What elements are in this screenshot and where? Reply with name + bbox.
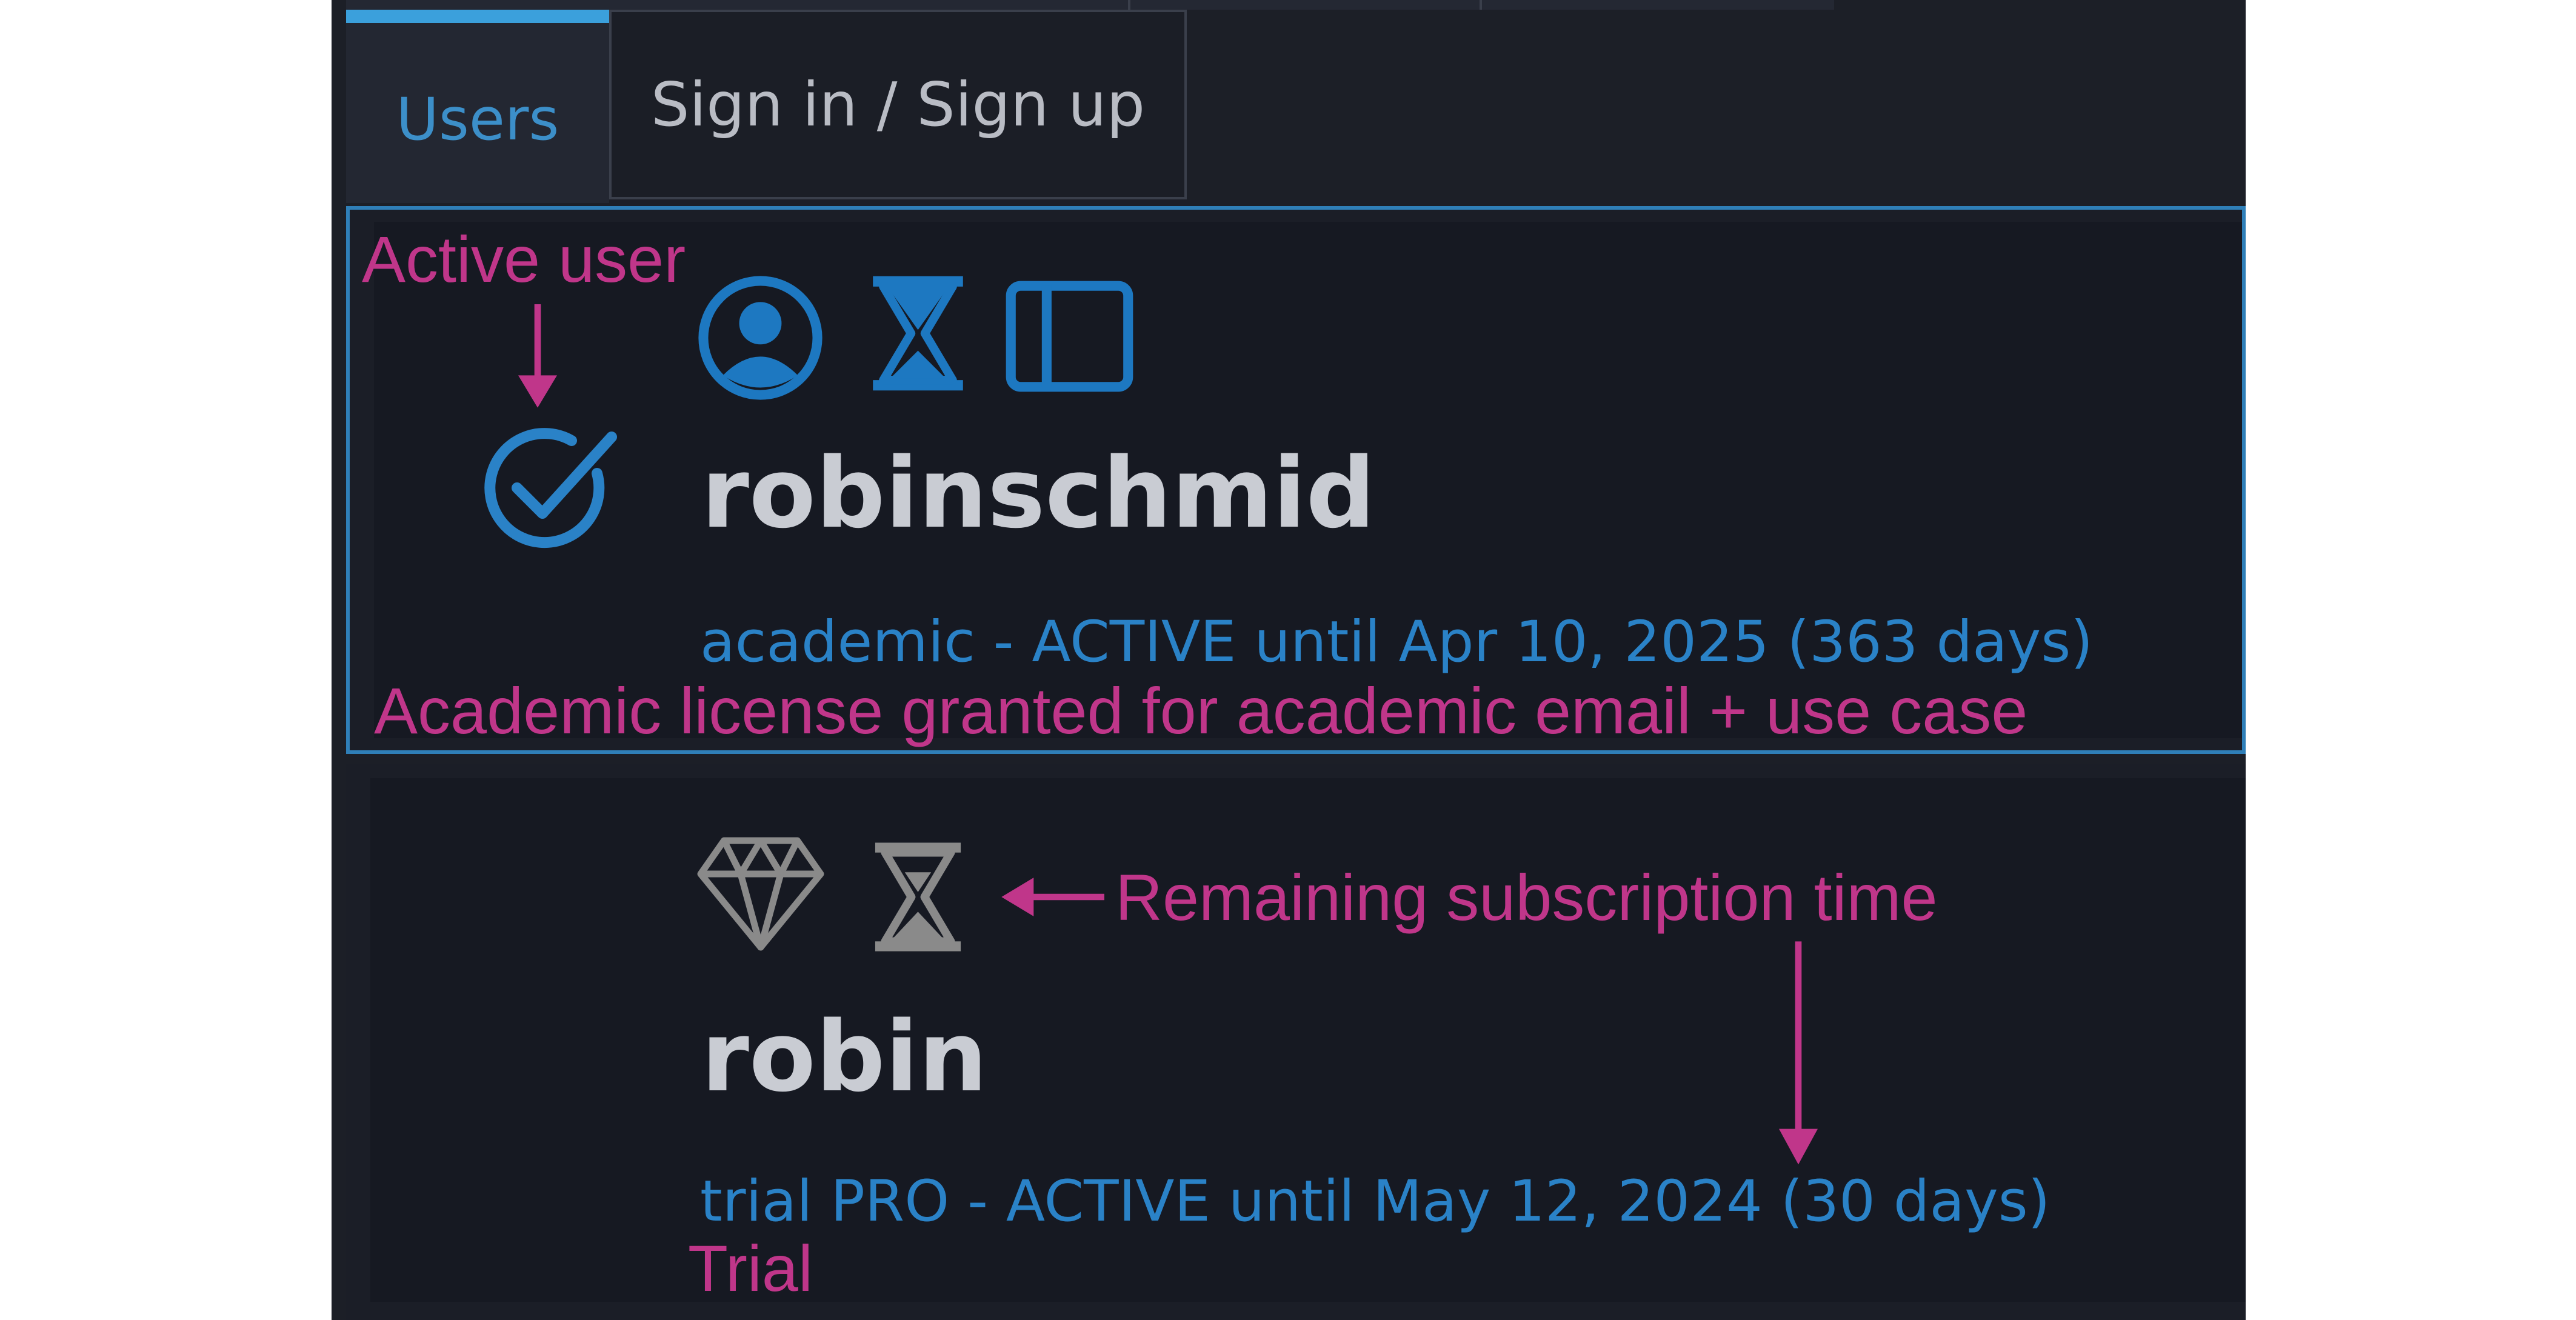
users-panel: Users Sign in / Sign up robinschmid acad… [332, 0, 2246, 1320]
active-check-icon [484, 428, 617, 548]
annotation-trial: Trial [688, 1232, 813, 1305]
tab-users[interactable]: Users [346, 23, 609, 203]
user-card-robin[interactable] [346, 764, 2246, 1320]
sidebar-panel-icon[interactable] [1004, 279, 1135, 394]
arrow-down-icon [518, 304, 557, 408]
annotation-remaining-time: Remaining subscription time [1115, 861, 1938, 934]
hourglass-icon[interactable] [865, 273, 971, 394]
active-tab-indicator [346, 10, 609, 23]
tab-divider [1480, 0, 1482, 10]
tab-sign-in-label: Sign in / Sign up [650, 69, 1146, 140]
arrow-down-icon [1779, 941, 1818, 1165]
username-robinschmid: robinschmid [701, 436, 1376, 550]
annotation-active-user: Active user [362, 222, 686, 296]
hourglass-icon[interactable] [865, 839, 971, 955]
license-status: academic - ACTIVE until Apr 10, 2025 (36… [700, 609, 2094, 675]
user-circle-icon[interactable] [695, 273, 826, 403]
top-tab-strip [346, 0, 1834, 10]
tab-divider [1128, 0, 1130, 10]
arrow-left-icon [1001, 878, 1104, 916]
annotation-academic-license: Academic license granted for academic em… [374, 674, 2028, 747]
diamond-icon[interactable] [694, 833, 827, 955]
username-robin: robin [701, 1000, 988, 1113]
license-status: trial PRO - ACTIVE until May 12, 2024 (3… [700, 1168, 2050, 1235]
tab-users-label: Users [396, 85, 559, 153]
tab-sign-in-sign-up[interactable]: Sign in / Sign up [609, 10, 1187, 199]
